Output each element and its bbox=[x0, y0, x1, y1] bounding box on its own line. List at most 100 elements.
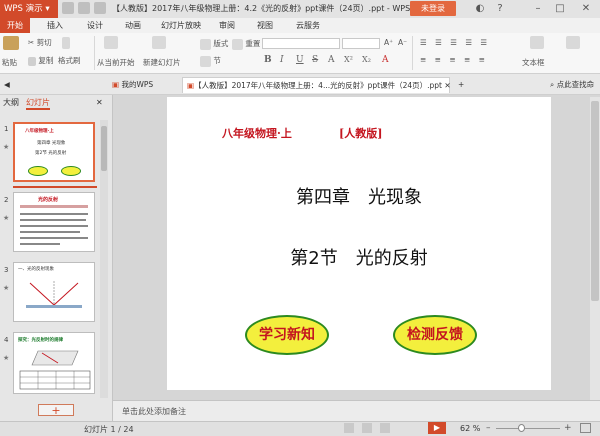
tab-animation[interactable]: 动画 bbox=[118, 18, 148, 33]
editor-scrollbar[interactable] bbox=[590, 97, 600, 400]
minimize-button[interactable]: – bbox=[528, 0, 548, 18]
paragraph-tools[interactable]: ☰ ☰ ☰ ☰ ☰ bbox=[420, 38, 490, 47]
app-menu-button[interactable]: WPS 演示 ▾ bbox=[0, 0, 58, 18]
superscript-button[interactable]: X² bbox=[344, 55, 353, 64]
zoom-slider-handle[interactable] bbox=[518, 424, 525, 432]
paste-label[interactable]: 粘贴 bbox=[2, 57, 17, 68]
play-icon bbox=[104, 36, 118, 49]
tab-slideshow[interactable]: 幻灯片放映 bbox=[156, 18, 206, 33]
maximize-button[interactable]: □ bbox=[550, 0, 570, 18]
notes-pane[interactable]: 单击此处添加备注 bbox=[113, 400, 600, 422]
play-from-current-label[interactable]: 从当前开始 bbox=[97, 57, 135, 68]
shrink-font-icon[interactable]: A⁻ bbox=[398, 38, 407, 47]
play-from-current-button[interactable] bbox=[104, 36, 118, 49]
home-icon: ▣ bbox=[112, 80, 120, 89]
cut-button[interactable]: ✂ 剪切 bbox=[28, 37, 52, 48]
search-box[interactable]: ⌕ 点此查找命 bbox=[550, 77, 594, 93]
text-box-button[interactable] bbox=[530, 36, 544, 49]
tab-view[interactable]: 视图 bbox=[250, 18, 280, 33]
tab-my-wps[interactable]: ▣ 我的WPS bbox=[112, 77, 172, 93]
tab-insert[interactable]: 插入 bbox=[40, 18, 70, 33]
slide-edition-label: [人教版] bbox=[339, 127, 383, 140]
paste-button[interactable] bbox=[3, 36, 19, 50]
tab-slides[interactable]: 幻灯片 bbox=[26, 97, 50, 110]
slide-number: 2 bbox=[4, 196, 9, 204]
tab-document[interactable]: ▣【人教版】2017年八年级物理上册：4...光的反射》ppt课件（24页）.p… bbox=[182, 77, 451, 93]
bold-button[interactable]: B bbox=[264, 55, 272, 65]
underline-button[interactable]: U bbox=[296, 55, 304, 65]
section-label: 节 bbox=[213, 56, 221, 65]
login-button[interactable]: 未登录 bbox=[410, 1, 456, 16]
tab-home[interactable]: 开始 bbox=[0, 18, 30, 33]
strikethrough-button[interactable]: S bbox=[312, 55, 318, 65]
slide-thumbnail-1[interactable]: 八年级物理·上 第四章 光现象 第2节 光的反射 bbox=[13, 122, 95, 182]
shapes-button[interactable] bbox=[566, 36, 580, 49]
zoom-in-button[interactable]: + bbox=[564, 423, 572, 433]
tab-outline[interactable]: 大纲 bbox=[3, 97, 19, 108]
add-tab-button[interactable]: + bbox=[458, 77, 464, 93]
grow-font-icon[interactable]: A⁺ bbox=[384, 38, 393, 47]
slide-indicator: 幻灯片 1 / 24 bbox=[84, 425, 134, 434]
text-box-icon bbox=[530, 36, 544, 49]
slide-thumbnail-2[interactable]: 光的反射 bbox=[13, 192, 95, 252]
help-icon[interactable]: ? bbox=[490, 0, 510, 18]
reset-button[interactable]: 重置 bbox=[232, 38, 260, 50]
sorter-view-icon[interactable] bbox=[362, 423, 372, 433]
new-slide-label[interactable]: 新建幻灯片 bbox=[143, 57, 181, 68]
thumbnail-scroll-thumb[interactable] bbox=[101, 126, 107, 171]
title-bar: WPS 演示 ▾ 【人教版】2017年八年级物理上册：4.2《光的反射》ppt课… bbox=[0, 0, 600, 19]
normal-view-icon[interactable] bbox=[344, 423, 354, 433]
text-box-label[interactable]: 文本框 bbox=[522, 57, 545, 68]
format-painter-label[interactable]: 格式刷 bbox=[58, 55, 81, 66]
italic-button[interactable]: I bbox=[280, 55, 284, 65]
animation-star-icon: ★ bbox=[3, 354, 10, 362]
shadow-button[interactable]: A bbox=[328, 55, 335, 65]
tab-design[interactable]: 设计 bbox=[80, 18, 110, 33]
zoom-out-button[interactable]: – bbox=[486, 423, 491, 433]
zoom-slider[interactable] bbox=[496, 428, 560, 429]
brush-icon bbox=[62, 37, 70, 49]
divider bbox=[412, 36, 413, 70]
section-button[interactable]: 节 bbox=[200, 55, 221, 67]
copy-button[interactable]: 复制 bbox=[28, 55, 53, 66]
paste-icon bbox=[3, 36, 19, 50]
app-name: WPS 演示 bbox=[4, 4, 43, 14]
selection-indicator bbox=[13, 186, 97, 188]
slide-canvas[interactable]: 八年级物理·上 [人教版] 第四章 光现象 第2节 光的反射 学习新知 检测反馈 bbox=[167, 97, 551, 390]
undo-icon[interactable] bbox=[94, 2, 106, 14]
slide-thumbnail-3[interactable]: 一、光的反射现象 bbox=[13, 262, 95, 322]
reading-view-icon[interactable] bbox=[380, 423, 390, 433]
slide-grade-label: 八年级物理·上 bbox=[222, 127, 292, 140]
skin-icon[interactable]: ◐ bbox=[470, 0, 490, 18]
search-placeholder: 点此查找命 bbox=[556, 80, 595, 89]
experiment-diagram bbox=[19, 350, 91, 390]
slide-number: 1 bbox=[4, 125, 9, 133]
tab-cloud[interactable]: 云服务 bbox=[288, 18, 328, 33]
ribbon-toolbar: 粘贴 ✂ 剪切 复制 格式刷 从当前开始 新建幻灯片 版式 节 重置 A⁺ A⁻… bbox=[0, 33, 600, 74]
learn-new-knowledge-button[interactable]: 学习新知 bbox=[245, 315, 329, 355]
slide-section-title: 第2节 光的反射 bbox=[290, 248, 428, 269]
reset-label: 重置 bbox=[245, 39, 261, 48]
tab-review[interactable]: 审阅 bbox=[212, 18, 242, 33]
font-size-select[interactable] bbox=[342, 38, 380, 49]
subscript-button[interactable]: X₂ bbox=[362, 55, 371, 64]
close-button[interactable]: ✕ bbox=[576, 0, 596, 18]
test-feedback-button[interactable]: 检测反馈 bbox=[393, 315, 477, 355]
alignment-tools[interactable]: ≡ ≡ ≡ ≡ ≡ bbox=[420, 55, 488, 64]
font-name-select[interactable] bbox=[262, 38, 340, 49]
thumb-title: 一、光的反射现象 bbox=[18, 267, 54, 272]
layout-button[interactable]: 版式 bbox=[200, 38, 228, 50]
slide-thumbnail-4[interactable]: 探究：光反射时的规律 bbox=[13, 332, 95, 394]
close-panel-icon[interactable]: ✕ bbox=[96, 98, 103, 107]
play-slideshow-button[interactable]: ▶ bbox=[428, 422, 446, 434]
format-painter-button[interactable] bbox=[62, 37, 70, 49]
print-icon[interactable] bbox=[78, 2, 90, 14]
editor-scroll-thumb[interactable] bbox=[591, 101, 599, 301]
tab-nav-icon[interactable]: ◀ bbox=[4, 77, 18, 93]
new-slide-button[interactable] bbox=[152, 36, 166, 49]
fit-window-icon[interactable] bbox=[580, 423, 591, 433]
font-color-button[interactable]: A bbox=[382, 55, 389, 65]
add-slide-button[interactable]: + bbox=[38, 404, 74, 416]
status-bar: 幻灯片 1 / 24 ▶ 62 % – + bbox=[0, 421, 600, 436]
save-icon[interactable] bbox=[62, 2, 74, 14]
